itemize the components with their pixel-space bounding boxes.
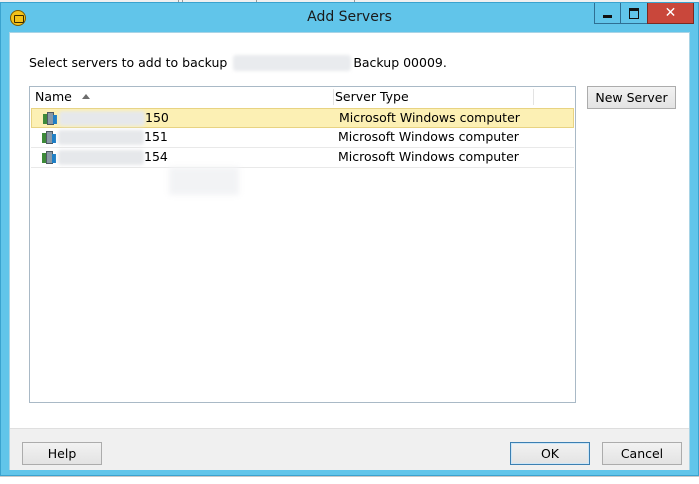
- column-header-name-label: Name: [35, 89, 72, 104]
- title-bar[interactable]: Add Servers ✕: [1, 3, 698, 33]
- column-header-name[interactable]: Name: [35, 87, 90, 107]
- redacted-server-name: [58, 130, 144, 145]
- server-type: Microsoft Windows computer: [339, 110, 520, 125]
- column-divider[interactable]: [533, 89, 534, 105]
- server-row[interactable]: 151 Microsoft Windows computer: [31, 128, 574, 148]
- window-controls: ✕: [594, 3, 694, 24]
- server-name: 150: [145, 110, 169, 125]
- server-type: Microsoft Windows computer: [338, 149, 519, 164]
- redacted-region: [169, 167, 239, 195]
- column-divider[interactable]: [333, 89, 334, 105]
- server-row[interactable]: 154 Microsoft Windows computer: [31, 148, 574, 168]
- close-button[interactable]: ✕: [647, 3, 694, 24]
- maximize-button[interactable]: [620, 3, 647, 24]
- redacted-backup-name: [233, 55, 352, 71]
- redacted-server-name: [59, 111, 145, 126]
- help-button[interactable]: Help: [22, 442, 102, 465]
- server-type: Microsoft Windows computer: [338, 129, 519, 144]
- dialog-footer: Help OK Cancel: [10, 428, 689, 470]
- new-server-button[interactable]: New Server: [587, 86, 676, 109]
- maximize-icon: [629, 7, 639, 19]
- sort-ascending-icon: [81, 94, 90, 99]
- windows-server-icon: [42, 130, 57, 145]
- ok-button[interactable]: OK: [510, 442, 590, 465]
- windows-server-icon: [42, 150, 57, 165]
- add-servers-dialog: Add Servers ✕ Select servers to add to b…: [0, 2, 699, 476]
- dialog-body: Select servers to add to backup Backup 0…: [9, 32, 690, 470]
- minimize-icon: [603, 14, 612, 18]
- redacted-server-name: [58, 150, 144, 165]
- server-name: 151: [144, 129, 168, 144]
- list-header: Name Server Type: [30, 87, 575, 107]
- close-icon: ✕: [664, 5, 677, 21]
- column-header-server-type[interactable]: Server Type: [335, 87, 409, 107]
- prompt-suffix: Backup 00009.: [353, 55, 447, 70]
- windows-server-icon: [43, 111, 58, 126]
- cancel-button[interactable]: Cancel: [602, 442, 682, 465]
- server-name: 154: [144, 149, 168, 164]
- column-header-type-label: Server Type: [335, 89, 409, 104]
- prompt-prefix: Select servers to add to backup: [29, 55, 228, 70]
- minimize-button[interactable]: [594, 3, 620, 24]
- servers-list[interactable]: Name Server Type 150 Microsoft Windows c…: [29, 86, 576, 403]
- server-row[interactable]: 150 Microsoft Windows computer: [31, 108, 574, 128]
- prompt-text: Select servers to add to backup Backup 0…: [29, 55, 447, 71]
